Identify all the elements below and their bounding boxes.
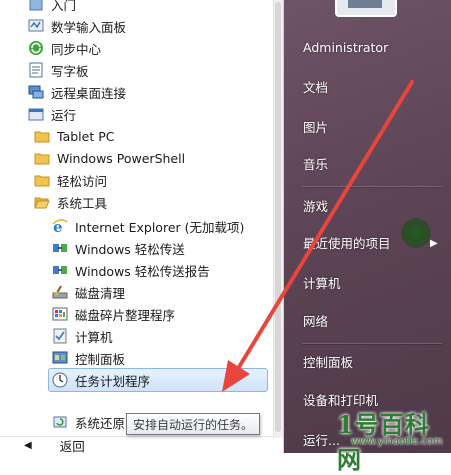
run-icon <box>28 106 44 122</box>
folder-icon <box>34 172 50 188</box>
user-picture-icon[interactable] <box>334 0 398 18</box>
program-item-task-scheduler[interactable]: 任务计划程序 <box>48 368 268 392</box>
program-item-wordpad[interactable]: 写字板 <box>28 59 272 81</box>
program-folder-powershell[interactable]: Windows PowerShell <box>34 147 272 169</box>
program-item-getting-started[interactable]: 入门 <box>28 0 272 15</box>
menu-music[interactable]: 音乐 <box>303 152 328 174</box>
menu-recent-items[interactable]: 最近使用的项目 <box>303 231 391 253</box>
menu-user-name[interactable]: Administrator <box>303 36 388 58</box>
program-item-disk-defragmenter[interactable]: 磁盘碎片整理程序 <box>52 303 272 325</box>
system-restore-icon <box>52 414 68 430</box>
easy-transfer-report-icon <box>52 262 68 278</box>
program-folder-tablet-pc[interactable]: Tablet PC <box>34 125 272 147</box>
program-item-run[interactable]: 运行 <box>28 103 272 125</box>
program-item-math-input-panel[interactable]: 数学输入面板 <box>28 15 272 37</box>
all-programs-pane: 入门 数学输入面板 同步中心 写字板 远程桌面连接 运行 Tablet PC W… <box>0 0 284 454</box>
menu-separator <box>302 343 442 345</box>
program-item-remote-desktop[interactable]: 远程桌面连接 <box>28 81 272 103</box>
program-item-control-panel[interactable]: 控制面板 <box>52 347 272 369</box>
site-watermark: 1号百科网 www.yihaotie.com <box>337 405 449 474</box>
easy-transfer-icon <box>52 240 68 256</box>
program-item-sync-center[interactable]: 同步中心 <box>28 37 272 59</box>
folder-icon <box>34 150 50 166</box>
getting-started-icon <box>28 0 44 12</box>
menu-network[interactable]: 网络 <box>303 309 328 331</box>
program-list-scrollbar[interactable] <box>273 0 283 438</box>
folder-open-icon <box>34 194 50 210</box>
scrollbar-thumb[interactable] <box>275 2 281 432</box>
math-input-panel-icon <box>28 18 44 34</box>
program-item-disk-cleanup[interactable]: 磁盘清理 <box>52 281 272 303</box>
computer-icon <box>52 328 68 344</box>
menu-computer[interactable]: 计算机 <box>303 271 341 293</box>
program-folder-system-tools[interactable]: 系统工具 <box>34 191 272 213</box>
cursor-highlight <box>401 218 431 248</box>
menu-control-panel[interactable]: 控制面板 <box>303 350 353 372</box>
back-arrow-icon: ◀ <box>24 440 32 451</box>
internet-explorer-icon: e <box>52 218 68 236</box>
program-folder-ease-of-access[interactable]: 轻松访问 <box>34 169 272 191</box>
watermark-url: www.yihaotie.com <box>351 436 443 447</box>
task-scheduler-tooltip: 安排自动运行的任务。 <box>126 413 261 435</box>
back-button[interactable]: ◀ 返回 <box>0 436 272 454</box>
remote-desktop-icon <box>28 84 44 100</box>
menu-games[interactable]: 游戏 <box>303 194 328 216</box>
start-menu-right-pane: Administrator 文档 图片 音乐 游戏 最近使用的项目 ▶ 计算机 … <box>284 0 451 453</box>
control-panel-icon <box>52 350 68 366</box>
program-item-easy-transfer-report[interactable]: Windows 轻松传送报告 <box>52 259 272 281</box>
folder-icon <box>34 128 50 144</box>
menu-separator <box>302 186 442 188</box>
sync-center-icon <box>28 40 44 56</box>
submenu-arrow-icon: ▶ <box>430 238 438 249</box>
menu-documents[interactable]: 文档 <box>303 75 328 97</box>
program-item-internet-explorer[interactable]: e Internet Explorer (无加载项) <box>52 215 272 237</box>
back-label: 返回 <box>59 439 85 454</box>
program-item-easy-transfer[interactable]: Windows 轻松传送 <box>52 237 272 259</box>
menu-pictures[interactable]: 图片 <box>303 115 328 137</box>
program-list: 入门 数学输入面板 同步中心 写字板 远程桌面连接 运行 Tablet PC W… <box>0 0 272 438</box>
task-scheduler-icon <box>52 372 68 388</box>
disk-cleanup-icon <box>52 284 68 300</box>
menu-run[interactable]: 运行... <box>303 428 340 450</box>
wordpad-icon <box>28 62 44 78</box>
program-item-computer[interactable]: 计算机 <box>52 325 272 347</box>
disk-defragmenter-icon <box>52 306 68 322</box>
